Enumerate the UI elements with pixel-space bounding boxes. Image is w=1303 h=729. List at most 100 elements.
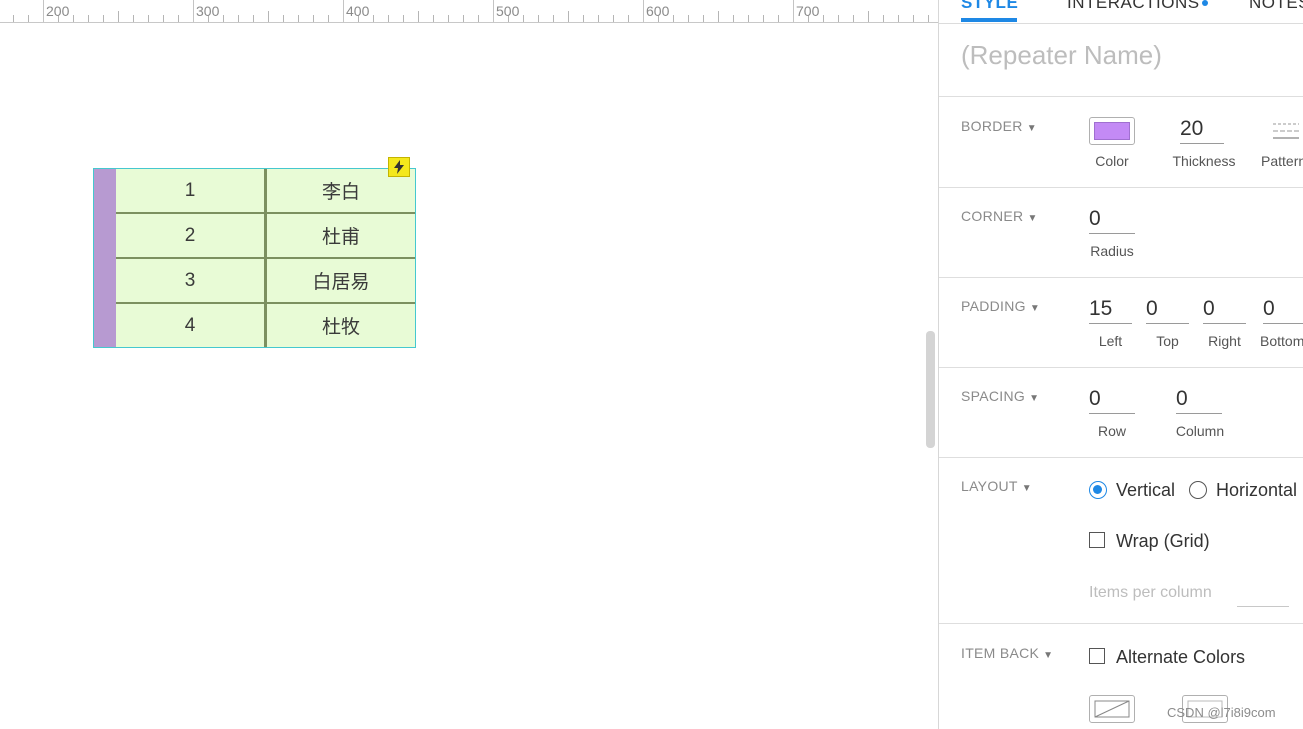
ruler-tick — [88, 15, 89, 22]
ruler-major-tick — [793, 0, 794, 22]
border-section-label[interactable]: BORDER ▼ — [961, 118, 1037, 134]
border-color-swatch[interactable] — [1089, 117, 1135, 145]
spacing-section-label[interactable]: SPACING ▼ — [961, 388, 1039, 404]
spacing-column-label: Column — [1175, 423, 1225, 439]
ruler-tick — [703, 15, 704, 22]
repeater-row[interactable]: 4 杜牧 — [116, 304, 415, 348]
corner-radius-input[interactable]: 0 — [1089, 204, 1135, 234]
alternate-colors-checkbox[interactable] — [1089, 648, 1105, 664]
border-thickness-input[interactable]: 20 — [1180, 114, 1224, 144]
layout-horizontal-label[interactable]: Horizontal — [1216, 480, 1297, 501]
ruler-tick — [448, 15, 449, 22]
ruler-tick — [733, 15, 734, 22]
padding-right-input[interactable]: 0 — [1203, 294, 1246, 324]
repeater-cell-number: 2 — [116, 214, 267, 257]
ruler-tick — [223, 15, 224, 22]
padding-top-input[interactable]: 0 — [1146, 294, 1189, 324]
wrap-grid-checkbox[interactable] — [1089, 532, 1105, 548]
ruler-label: 400 — [346, 3, 370, 19]
corner-section-label[interactable]: CORNER ▼ — [961, 208, 1038, 224]
padding-section-label[interactable]: PADDING ▼ — [961, 298, 1040, 314]
no-fill-icon — [1094, 700, 1130, 718]
ruler-tick — [418, 11, 419, 22]
ruler-tick — [118, 11, 119, 22]
ruler-tick — [133, 15, 134, 22]
ruler-tick — [673, 15, 674, 22]
corner-radius-label: Radius — [1090, 243, 1134, 259]
ruler-tick — [613, 15, 614, 22]
ruler-major-tick — [493, 0, 494, 22]
ruler-tick — [853, 15, 854, 22]
ruler-tick — [553, 15, 554, 22]
ruler-label: 200 — [46, 3, 70, 19]
items-per-column-input[interactable] — [1237, 606, 1289, 607]
spacing-row-input[interactable]: 0 — [1089, 384, 1135, 414]
ruler-tick — [268, 11, 269, 22]
lightning-icon[interactable] — [388, 157, 410, 177]
panel-tabs: STYLE INTERACTIONS NOTES — [939, 0, 1303, 24]
repeater-name-input[interactable]: (Repeater Name) — [961, 40, 1162, 71]
ruler-tick — [28, 15, 29, 22]
ruler-tick — [523, 15, 524, 22]
ruler-tick — [103, 15, 104, 22]
design-canvas[interactable]: 200 300 400 500 600 700 1 李白 2 杜甫 3 白居易 4 杜牧 — [0, 0, 938, 729]
repeater-row[interactable]: 1 李白 — [116, 169, 415, 215]
ruler-tick — [478, 15, 479, 22]
divider — [939, 277, 1303, 278]
ruler-tick — [823, 15, 824, 22]
ruler-tick — [298, 15, 299, 22]
spacing-row-label: Row — [1097, 423, 1126, 439]
canvas-scrollbar[interactable] — [926, 331, 935, 448]
alternate-colors-label[interactable]: Alternate Colors — [1116, 647, 1245, 668]
padding-top-label: Top — [1156, 333, 1179, 349]
ruler-major-tick — [193, 0, 194, 22]
padding-bottom-input[interactable]: 0 — [1263, 294, 1303, 324]
ruler-tick — [913, 15, 914, 22]
divider — [939, 96, 1303, 97]
ruler-tick — [388, 15, 389, 22]
item-back-fill-button[interactable] — [1089, 695, 1135, 723]
border-color-fill — [1094, 122, 1130, 140]
border-color-label: Color — [1095, 153, 1129, 169]
ruler-tick — [598, 15, 599, 22]
repeater-cell-name: 白居易 — [267, 259, 415, 302]
ruler-tick — [583, 15, 584, 22]
ruler-label: 300 — [196, 3, 220, 19]
repeater-cell-name: 杜甫 — [267, 214, 415, 257]
ruler-tick — [628, 15, 629, 22]
layout-vertical-radio[interactable] — [1089, 481, 1107, 499]
ruler-tick — [238, 15, 239, 22]
tab-notes[interactable]: NOTES — [1249, 0, 1303, 13]
wrap-grid-label[interactable]: Wrap (Grid) — [1116, 531, 1210, 552]
ruler-tick — [883, 15, 884, 22]
padding-left-input[interactable]: 15 — [1089, 294, 1132, 324]
tab-interactions[interactable]: INTERACTIONS — [1067, 0, 1200, 13]
ruler-tick — [763, 15, 764, 22]
spacing-column-input[interactable]: 0 — [1176, 384, 1222, 414]
ruler-tick — [373, 15, 374, 22]
ruler-tick — [568, 11, 569, 22]
layout-section-label[interactable]: LAYOUT ▼ — [961, 478, 1032, 494]
ruler-tick — [403, 15, 404, 22]
divider — [939, 457, 1303, 458]
active-tab-indicator — [961, 18, 1017, 22]
layout-vertical-label[interactable]: Vertical — [1116, 480, 1175, 501]
item-back-section-label[interactable]: ITEM BACK ▼ — [961, 645, 1053, 661]
ruler-label: 700 — [796, 3, 820, 19]
ruler-tick — [928, 15, 929, 22]
repeater-widget[interactable]: 1 李白 2 杜甫 3 白居易 4 杜牧 — [93, 168, 416, 348]
repeater-row[interactable]: 3 白居易 — [116, 259, 415, 305]
ruler-tick — [688, 15, 689, 22]
ruler-major-tick — [643, 0, 644, 22]
border-thickness-label: Thickness — [1172, 153, 1236, 169]
border-pattern-icon[interactable] — [1273, 122, 1299, 142]
padding-right-label: Right — [1208, 333, 1241, 349]
layout-horizontal-radio[interactable] — [1189, 481, 1207, 499]
padding-bottom-label: Bottom — [1260, 333, 1303, 349]
tab-style[interactable]: STYLE — [961, 0, 1018, 13]
repeater-cell-number: 1 — [116, 169, 267, 212]
border-pattern-label: Pattern — [1261, 153, 1303, 169]
ruler-major-tick — [43, 0, 44, 22]
repeater-row[interactable]: 2 杜甫 — [116, 214, 415, 260]
divider — [939, 623, 1303, 624]
